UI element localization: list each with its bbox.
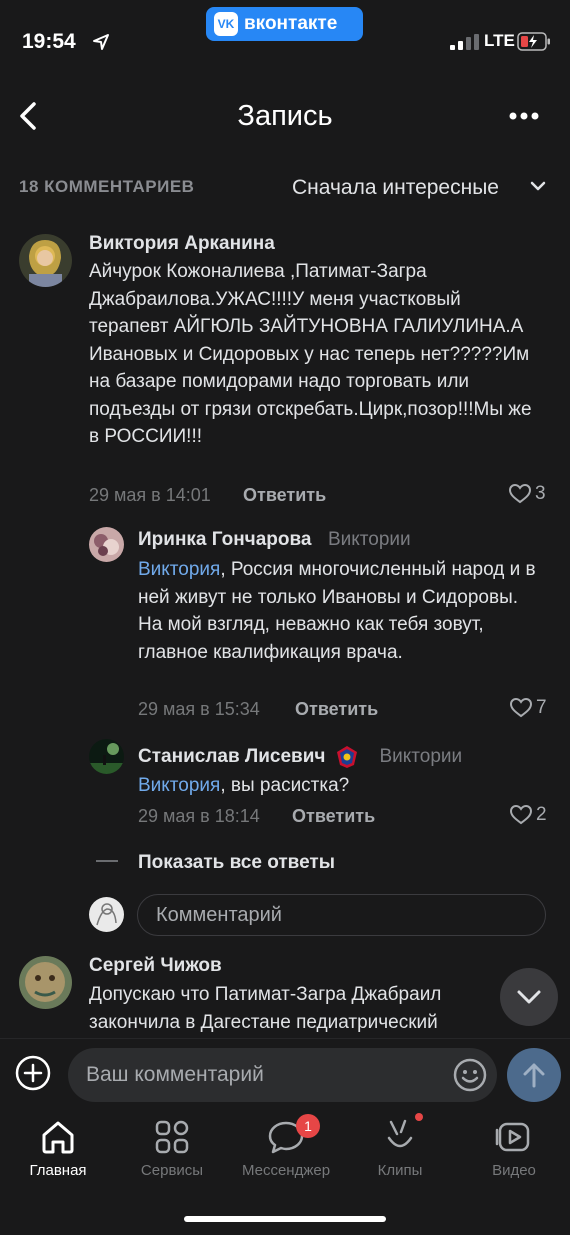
clips-icon — [387, 1119, 413, 1148]
comment-date: 29 мая в 14:01 — [89, 485, 211, 505]
chevron-down-icon — [517, 990, 541, 1004]
comment-text: Виктория, Россия многочисленный народ и … — [138, 556, 538, 666]
video-icon — [495, 1122, 530, 1152]
tab-label: Сервисы — [140, 1162, 204, 1179]
location-arrow-icon — [93, 34, 109, 50]
reply-button[interactable]: Ответить — [292, 806, 375, 827]
comments-count: 18 КОММЕНТАРИЕВ — [19, 177, 195, 196]
tab-messenger[interactable]: Мессенджер — [229, 1118, 343, 1179]
services-icon — [155, 1120, 189, 1154]
reply-button[interactable]: Ответить — [295, 699, 378, 720]
status-time: 19:54 — [22, 30, 76, 53]
mention-link[interactable]: Виктория — [138, 775, 220, 796]
app-pill-label: вконтакте — [244, 13, 338, 34]
chevron-down-icon[interactable] — [530, 180, 546, 192]
heart-icon — [509, 484, 531, 504]
vk-logo-icon: VK — [214, 12, 238, 36]
like-button[interactable]: 2 — [510, 804, 547, 826]
reply-comment-input[interactable]: Комментарий — [137, 894, 546, 936]
reply-target[interactable]: Виктории — [328, 529, 411, 550]
heart-icon — [510, 698, 532, 718]
heart-icon — [510, 805, 532, 825]
like-count: 3 — [535, 483, 546, 504]
avatar[interactable] — [89, 527, 124, 562]
divider — [96, 860, 118, 862]
like-button[interactable]: 3 — [509, 483, 546, 505]
reply-header: Иринка Гончарова Виктории — [138, 529, 411, 551]
notification-dot — [415, 1113, 423, 1121]
scroll-down-button[interactable] — [500, 968, 558, 1026]
reply-header: Станислав Лисевич Виктории — [138, 745, 462, 769]
network-type: LTE — [484, 31, 515, 50]
comment-date: 29 мая в 18:14 — [138, 806, 260, 826]
reply-button[interactable]: Ответить — [243, 485, 326, 506]
comment-text: Допускаю что Патимат-Загра Джабраил зако… — [89, 984, 442, 1033]
home-indicator — [184, 1216, 386, 1222]
home-icon — [42, 1121, 74, 1154]
tab-label: Главная — [29, 1162, 87, 1179]
avatar[interactable] — [89, 739, 124, 774]
tab-label: Видео — [492, 1162, 536, 1179]
comment-text: Айчурок Кожоналиева ,Патимат-Загра Джабр… — [89, 261, 532, 447]
comment-text: Виктория, вы расистка? — [138, 772, 538, 800]
avatar[interactable] — [19, 234, 72, 287]
avatar[interactable] — [19, 956, 72, 1009]
like-button[interactable]: 7 — [510, 697, 547, 719]
mention-link[interactable]: Виктория — [138, 559, 220, 580]
comment-author[interactable]: Сергей Чижов — [89, 955, 222, 977]
signal-icon — [450, 34, 479, 50]
comment-body: , вы расистка? — [220, 775, 350, 796]
battery-charging-icon — [517, 32, 550, 51]
page-title: Запись — [237, 100, 333, 132]
comment-author[interactable]: Виктория Арканина — [89, 233, 275, 255]
comment-author[interactable]: Иринка Гончарова — [138, 529, 312, 550]
add-attachment-icon[interactable] — [15, 1055, 51, 1091]
tab-video[interactable]: Видео — [457, 1118, 570, 1179]
send-button[interactable] — [507, 1048, 561, 1102]
sort-dropdown[interactable]: Сначала интересные — [292, 176, 499, 200]
arrow-up-icon — [523, 1063, 545, 1088]
app-pill[interactable]: VK вконтакте — [206, 7, 363, 41]
tab-label: Клипы — [377, 1162, 423, 1179]
comment-date: 29 мая в 15:34 — [138, 699, 260, 719]
tab-home[interactable]: Главная — [1, 1118, 115, 1179]
reply-target[interactable]: Виктории — [379, 746, 462, 768]
tab-label: Мессенджер — [241, 1162, 331, 1179]
like-count: 7 — [536, 697, 547, 718]
more-options-icon[interactable] — [508, 105, 540, 127]
comment-author[interactable]: Станислав Лисевич — [138, 746, 325, 768]
own-avatar — [89, 897, 124, 932]
club-emblem-icon — [337, 746, 358, 768]
tab-clips[interactable]: Клипы — [343, 1118, 457, 1179]
comment-input[interactable]: Ваш комментарий — [68, 1048, 497, 1102]
emoji-icon[interactable] — [452, 1057, 488, 1093]
tab-services[interactable]: Сервисы — [115, 1118, 229, 1179]
unread-badge: 1 — [296, 1114, 320, 1138]
show-all-replies-button[interactable]: Показать все ответы — [138, 852, 335, 874]
like-count: 2 — [536, 804, 547, 825]
